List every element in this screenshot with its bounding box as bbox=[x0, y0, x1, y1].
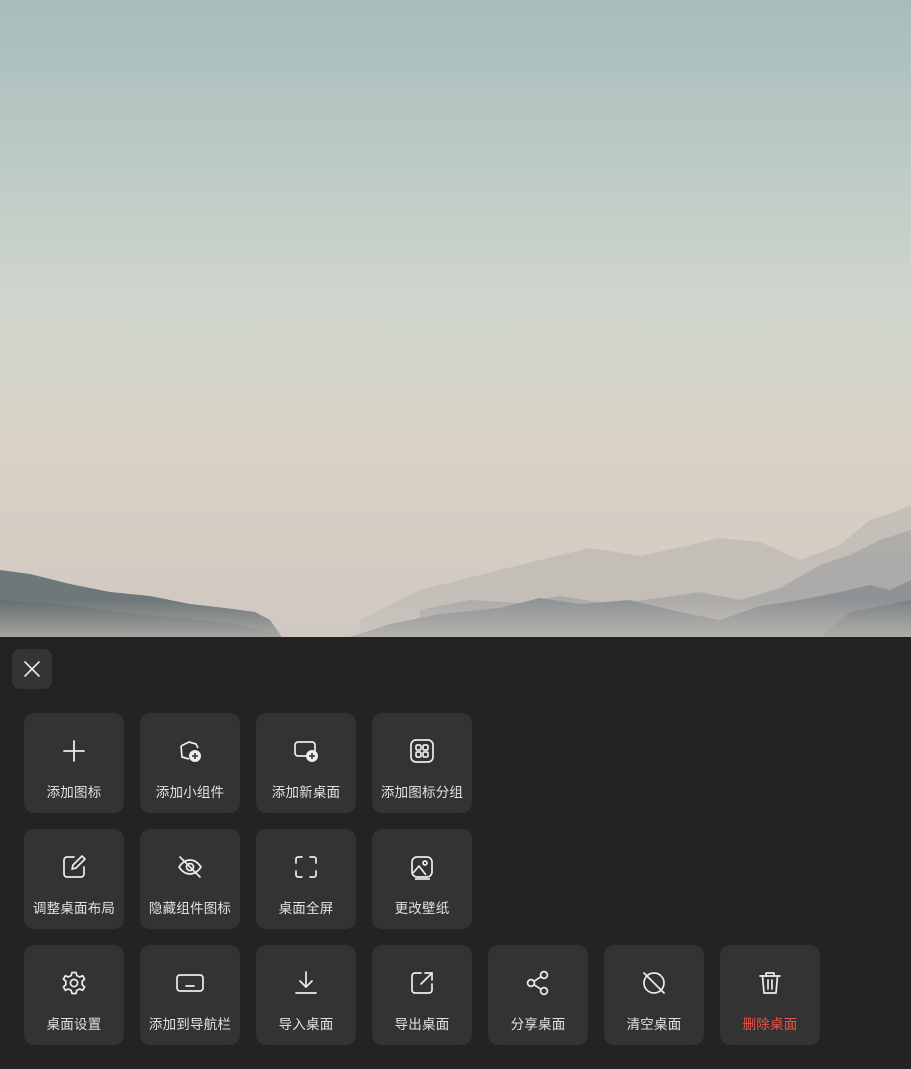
add-icon-label: 添加图标 bbox=[46, 785, 102, 801]
navbar-icon bbox=[176, 969, 204, 997]
eye-off-icon bbox=[176, 853, 204, 881]
share-icon bbox=[524, 969, 552, 997]
icon-group-icon bbox=[408, 737, 436, 765]
hide-widget-icons-button[interactable]: 隐藏组件图标 bbox=[140, 829, 240, 929]
gear-icon bbox=[60, 969, 88, 997]
add-to-navbar-button[interactable]: 添加到导航栏 bbox=[140, 945, 240, 1045]
adjust-layout-button[interactable]: 调整桌面布局 bbox=[24, 829, 124, 929]
export-desktop-label: 导出桌面 bbox=[394, 1017, 450, 1033]
add-icon-button[interactable]: 添加图标 bbox=[24, 713, 124, 813]
plus-icon bbox=[60, 737, 88, 765]
clear-desktop-button[interactable]: 清空桌面 bbox=[604, 945, 704, 1045]
import-desktop-label: 导入桌面 bbox=[278, 1017, 334, 1033]
change-wallpaper-label: 更改壁纸 bbox=[394, 901, 450, 917]
wallpaper-icon bbox=[408, 853, 436, 881]
fullscreen-icon bbox=[292, 853, 320, 881]
hide-widget-icons-label: 隐藏组件图标 bbox=[148, 901, 232, 917]
export-desktop-button[interactable]: 导出桌面 bbox=[372, 945, 472, 1045]
add-widget-label: 添加小组件 bbox=[155, 785, 225, 801]
adjust-layout-label: 调整桌面布局 bbox=[32, 901, 116, 917]
export-icon bbox=[408, 969, 436, 997]
add-to-navbar-label: 添加到导航栏 bbox=[148, 1017, 232, 1033]
widget-add-icon bbox=[176, 737, 204, 765]
edit-layout-icon bbox=[60, 853, 88, 881]
desktop-settings-button[interactable]: 桌面设置 bbox=[24, 945, 124, 1045]
add-new-desktop-button[interactable]: 添加新桌面 bbox=[256, 713, 356, 813]
clear-icon bbox=[640, 969, 668, 997]
desktop-screen: 添加图标 添加小组件 添加新桌面 添加图标分组 调整桌面布局 隐藏组件图标 桌面… bbox=[0, 0, 911, 1069]
delete-desktop-label: 删除桌面 bbox=[742, 1017, 798, 1033]
new-desktop-icon bbox=[292, 737, 320, 765]
close-button[interactable] bbox=[12, 649, 52, 689]
desktop-fullscreen-button[interactable]: 桌面全屏 bbox=[256, 829, 356, 929]
add-icon-group-button[interactable]: 添加图标分组 bbox=[372, 713, 472, 813]
mountain-landscape bbox=[0, 505, 911, 637]
desktop-fullscreen-label: 桌面全屏 bbox=[278, 901, 334, 917]
desktop-settings-label: 桌面设置 bbox=[46, 1017, 102, 1033]
desktop-wallpaper bbox=[0, 0, 911, 637]
clear-desktop-label: 清空桌面 bbox=[626, 1017, 682, 1033]
add-new-desktop-label: 添加新桌面 bbox=[271, 785, 341, 801]
add-widget-button[interactable]: 添加小组件 bbox=[140, 713, 240, 813]
delete-desktop-button[interactable]: 删除桌面 bbox=[720, 945, 820, 1045]
desktop-edit-panel: 添加图标 添加小组件 添加新桌面 添加图标分组 调整桌面布局 隐藏组件图标 桌面… bbox=[0, 637, 911, 1069]
add-icon-group-label: 添加图标分组 bbox=[380, 785, 464, 801]
share-desktop-button[interactable]: 分享桌面 bbox=[488, 945, 588, 1045]
import-desktop-button[interactable]: 导入桌面 bbox=[256, 945, 356, 1045]
change-wallpaper-button[interactable]: 更改壁纸 bbox=[372, 829, 472, 929]
import-icon bbox=[292, 969, 320, 997]
trash-icon bbox=[756, 969, 784, 997]
share-desktop-label: 分享桌面 bbox=[510, 1017, 566, 1033]
close-icon bbox=[24, 661, 40, 677]
